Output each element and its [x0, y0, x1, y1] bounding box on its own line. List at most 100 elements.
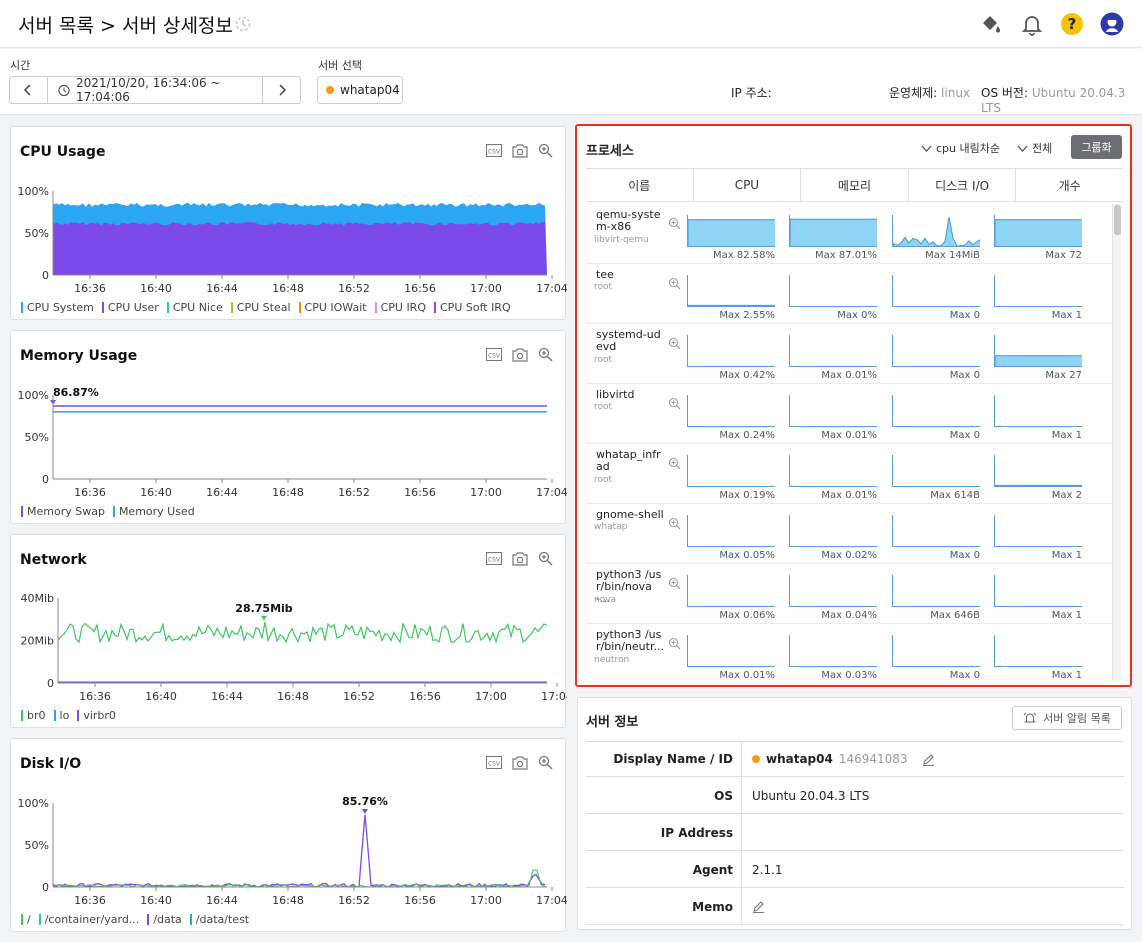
process-row[interactable]: tee root Max 2.55% Max 0% Max 0 Max 1: [586, 264, 1112, 324]
top-bar: 서버 목록 > 서버 상세정보 ?: [0, 0, 1142, 48]
paint-bucket-icon[interactable]: [979, 12, 1003, 36]
server-select[interactable]: whatap04: [317, 76, 403, 104]
svg-text:CSV: CSV: [488, 557, 501, 564]
zoom-icon[interactable]: [538, 347, 553, 365]
process-cpu-max: Max 2.55%: [719, 310, 775, 321]
edit-pencil-icon[interactable]: [922, 753, 935, 766]
process-cpu-sparkline: [687, 635, 775, 667]
alarm-bell-icon: [1023, 712, 1037, 723]
csv-icon[interactable]: CSV: [486, 552, 502, 568]
zoom-icon[interactable]: [668, 517, 682, 531]
column-header-disk-io[interactable]: 디스크 I/O: [909, 169, 1017, 201]
legend-label: /data/test: [195, 913, 250, 926]
legend-item[interactable]: lo: [53, 709, 69, 722]
column-header-cpu[interactable]: CPU: [694, 169, 802, 201]
zoom-icon[interactable]: [538, 143, 553, 161]
chevron-right-icon: [279, 84, 287, 96]
legend-item[interactable]: Memory Swap: [21, 505, 105, 518]
history-icon[interactable]: [234, 15, 252, 33]
legend-item[interactable]: CPU User: [101, 301, 159, 314]
process-name: libvirtd: [596, 388, 635, 401]
legend-item[interactable]: CPU IOWait: [298, 301, 367, 314]
legend-item[interactable]: /: [21, 913, 31, 926]
memory-usage-card: Memory Usage CSV 86.87% 100% 50% 0 16:36 16:4…: [10, 330, 567, 524]
process-row[interactable]: qemu-system-x86 libvirt-qemu Max 82.58% Max…: [586, 204, 1112, 264]
process-title: 프로세스: [586, 144, 634, 159]
process-row[interactable]: python3 /usr/bin/nova-... nova Max 0.06% Ma…: [586, 564, 1112, 624]
csv-icon[interactable]: CSV: [486, 348, 502, 364]
legend-item[interactable]: CPU System: [21, 301, 94, 314]
process-disk-sparkline: [892, 635, 980, 667]
csv-icon[interactable]: CSV: [486, 144, 502, 160]
csv-icon[interactable]: CSV: [486, 756, 502, 772]
legend-item[interactable]: /data: [147, 913, 182, 926]
process-cpu-max: Max 82.58%: [713, 250, 775, 261]
x-tick-label: 16:56: [404, 486, 436, 499]
server-alert-list-label: 서버 알림 목록: [1043, 712, 1111, 725]
edit-pencil-icon[interactable]: [752, 900, 765, 913]
legend-item[interactable]: /data/test: [189, 913, 250, 926]
help-icon[interactable]: ?: [1060, 12, 1084, 36]
process-row[interactable]: libvirtd root Max 0.24% Max 0.01% Max 0 Max 1: [586, 384, 1112, 444]
legend-item[interactable]: CPU Soft IRQ: [434, 301, 511, 314]
legend-swatch: [147, 914, 150, 925]
zoom-icon[interactable]: [668, 397, 682, 411]
column-header-name[interactable]: 이름: [586, 169, 694, 201]
prev-time-button[interactable]: [10, 77, 46, 103]
ip-key: IP Address: [660, 825, 733, 840]
disk-io-chart[interactable]: 85.76% 100% 50% 0 16:36 16:40 16:44 16:48 16:52 1…: [11, 789, 567, 907]
network-chart[interactable]: 28.75Mib 40Mib 20Mib 0 16:36 16:40 16:44 16:48 1…: [11, 585, 567, 703]
process-disk-max: Max 0: [949, 550, 980, 561]
legend-item[interactable]: /container/yard...: [38, 913, 140, 926]
filter-dropdown[interactable]: 전체: [1017, 140, 1052, 156]
camera-icon[interactable]: [512, 347, 528, 365]
info-row-os: OS Ubuntu 20.04.3 LTS: [586, 778, 1124, 814]
zoom-icon[interactable]: [668, 217, 682, 231]
avatar-icon[interactable]: [1100, 12, 1124, 36]
camera-icon[interactable]: [512, 755, 528, 773]
next-time-button[interactable]: [264, 77, 300, 103]
process-count-max: Max 1: [1051, 610, 1082, 621]
process-row[interactable]: gnome-shell whatap Max 0.05% Max 0.02% Max 0…: [586, 504, 1112, 564]
legend-item[interactable]: CPU Steal: [230, 301, 291, 314]
camera-icon[interactable]: [512, 551, 528, 569]
zoom-icon[interactable]: [538, 755, 553, 773]
bell-icon[interactable]: [1020, 12, 1044, 36]
chart-tools: CSV: [486, 143, 553, 161]
process-count-sparkline: [994, 635, 1082, 667]
process-mem-max: Max 0%: [837, 310, 877, 321]
process-list-scrollbar[interactable]: [1112, 204, 1121, 681]
zoom-icon[interactable]: [668, 457, 682, 471]
time-range-field[interactable]: 2021/10/20, 16:34:06 ~ 17:04:06: [47, 76, 263, 104]
legend-item[interactable]: Memory Used: [112, 505, 195, 518]
process-count-sparkline: [994, 515, 1082, 547]
process-row[interactable]: python3 /usr/bin/neutr... neutron Max 0.01…: [586, 624, 1112, 681]
legend-item[interactable]: CPU Nice: [166, 301, 223, 314]
legend-label: CPU User: [107, 301, 159, 314]
legend-item[interactable]: virbr0: [77, 709, 116, 722]
zoom-icon[interactable]: [668, 337, 682, 351]
y-tick-label: 50%: [25, 839, 49, 852]
legend-label: /container/yard...: [44, 913, 140, 926]
svg-text:CSV: CSV: [488, 761, 501, 768]
legend-swatch: [53, 710, 56, 721]
legend-item[interactable]: br0: [21, 709, 46, 722]
camera-icon[interactable]: [512, 143, 528, 161]
zoom-icon[interactable]: [538, 551, 553, 569]
sort-dropdown[interactable]: cpu 내림차순: [921, 140, 1000, 156]
column-header-count[interactable]: 개수: [1016, 169, 1123, 201]
process-row[interactable]: whatap_infrad root Max 0.19% Max 0.01% Max 6…: [586, 444, 1112, 504]
zoom-icon[interactable]: [668, 637, 682, 651]
x-tick-label: 16:44: [206, 486, 238, 499]
legend-item[interactable]: CPU IRQ: [374, 301, 426, 314]
zoom-icon[interactable]: [668, 277, 682, 291]
server-alert-list-button[interactable]: 서버 알림 목록: [1012, 706, 1122, 730]
scrollbar-thumb[interactable]: [1114, 205, 1121, 235]
process-row[interactable]: systemd-udevd root Max 0.42% Max 0.01% Max 0…: [586, 324, 1112, 384]
memory-usage-chart[interactable]: 86.87% 100% 50% 0 16:36 16:40 16:44 16:48 16:52 1…: [11, 381, 567, 499]
column-header-memory[interactable]: 메모리: [801, 169, 909, 201]
cpu-usage-chart[interactable]: 100% 50% 0 16:36 16:40 16:44 16:48 16:52 16:56 17…: [11, 177, 567, 295]
zoom-icon[interactable]: [668, 577, 682, 591]
process-user: libvirt-qemu: [594, 235, 649, 245]
group-button[interactable]: 그룹화: [1071, 135, 1122, 159]
